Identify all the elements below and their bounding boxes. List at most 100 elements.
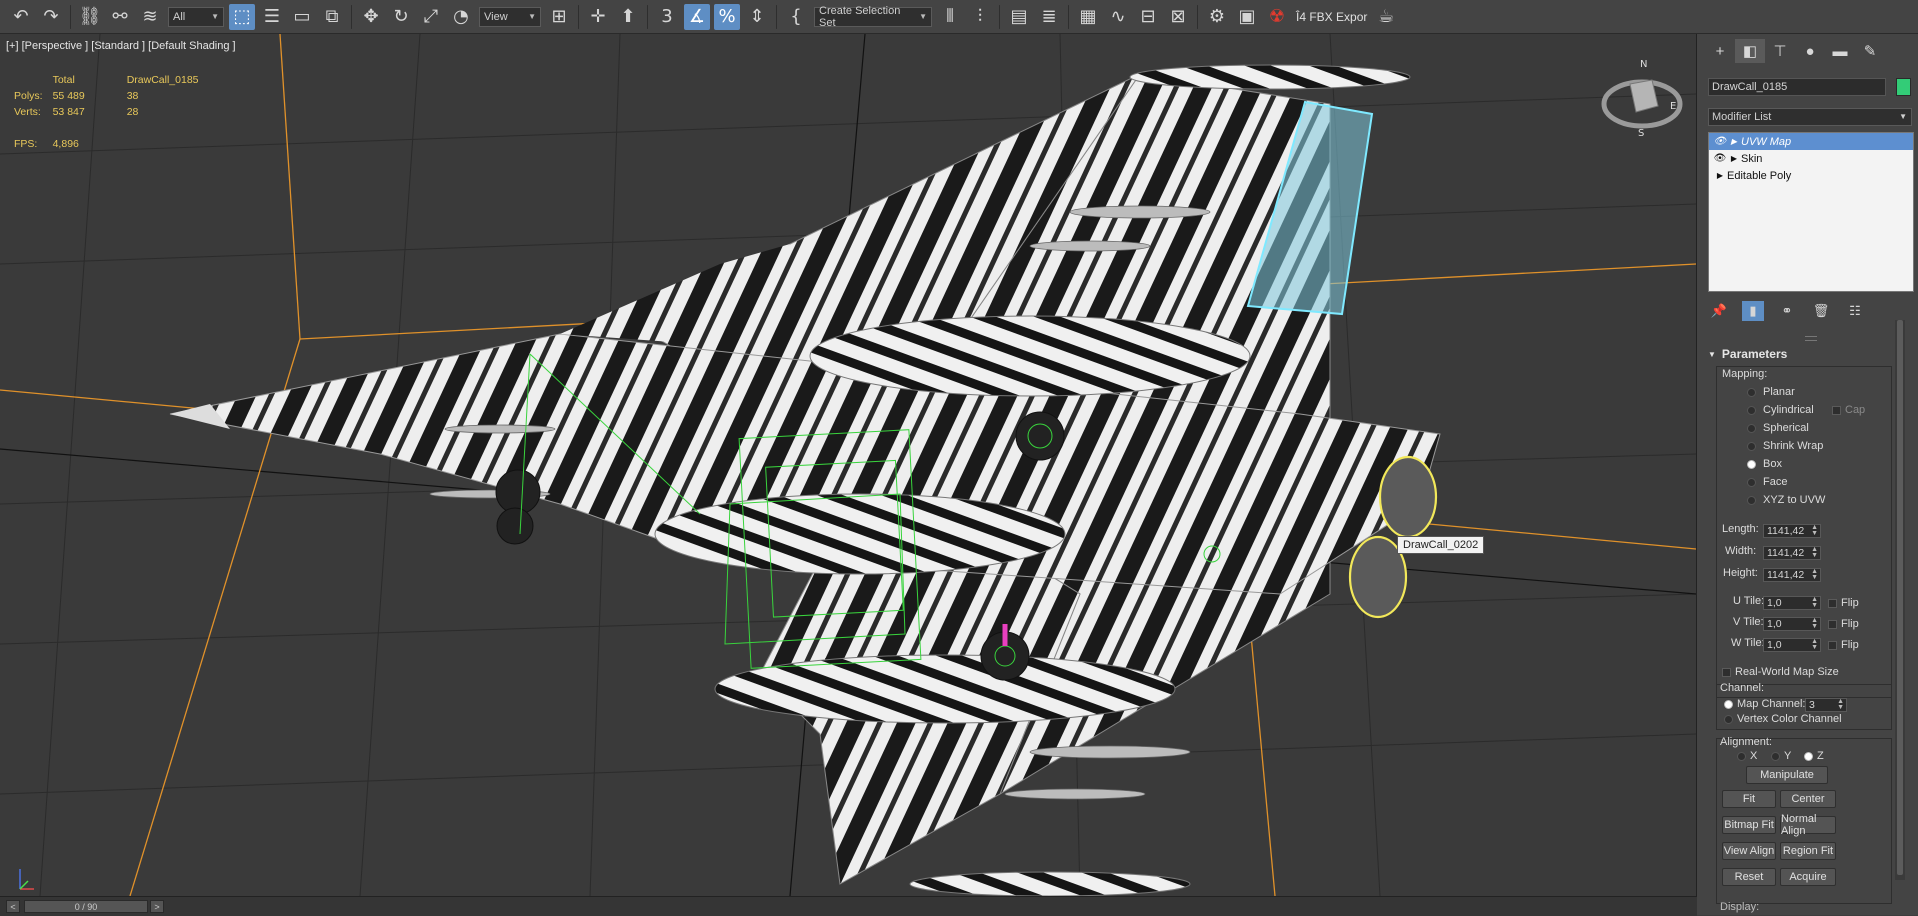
edit-named-selection-icon[interactable]: { [783,4,809,30]
radio-axis-y[interactable] [1771,752,1780,761]
object-name-field[interactable]: DrawCall_0185 [1708,78,1886,96]
snaps-toggle-icon[interactable]: 3 [654,4,680,30]
percent-snap-icon[interactable]: % [714,3,740,30]
radio-axis-x[interactable] [1737,752,1746,761]
object-color-swatch[interactable] [1896,78,1911,96]
rendered-frame-window-icon[interactable]: ▣ [1234,4,1260,30]
spinner-arrows-icon[interactable]: ▲ ▼ [1811,524,1818,537]
tab-modify-icon[interactable]: ◧ [1735,39,1765,63]
command-panel-scrollbar[interactable] [1895,320,1905,880]
aircraft-model[interactable] [169,64,1441,896]
named-selection-set-dropdown[interactable]: Create Selection Set ▼ [814,5,932,29]
manipulate-button[interactable]: Manipulate [1746,766,1828,784]
stack-item-uvw-map[interactable]: 👁 ▶ UVW Map [1709,133,1913,150]
render-setup-icon[interactable]: ⚙ [1204,4,1230,30]
tab-utilities-icon[interactable]: ✎ [1855,39,1885,63]
radio-face[interactable] [1747,478,1756,487]
parameters-header[interactable]: ▼ Parameters [1708,346,1904,362]
bitmap-fit-button[interactable]: Bitmap Fit [1722,816,1776,834]
coordinate-system-dropdown[interactable]: View ▼ [479,6,541,27]
stack-item-editable-poly[interactable]: ▶ Editable Poly [1709,167,1913,184]
redo-icon[interactable]: ↷ [38,4,64,30]
make-unique-icon[interactable]: ⚭ [1776,301,1798,321]
spinner-arrows-icon[interactable]: ▲ ▼ [1837,698,1844,711]
modifier-list-dropdown[interactable]: Modifier List ▼ [1708,108,1912,126]
viewport-label[interactable]: [+] [Perspective ] [Standard ] [Default … [6,40,236,52]
u-flip-checkbox[interactable] [1828,599,1837,608]
time-slider-prev-button[interactable]: < [6,900,20,913]
radio-box[interactable] [1747,460,1756,469]
region-fit-button[interactable]: Region Fit [1780,842,1836,860]
spinner-arrows-icon[interactable]: ▲ ▼ [1811,596,1818,609]
v-tile-spinner[interactable]: 1,0 ▲ ▼ [1763,617,1821,631]
align-icon[interactable]: ⫶ [967,4,993,30]
bind-space-warp-icon[interactable]: ≋ [137,4,163,30]
configure-modifier-sets-icon[interactable]: ☷ [1844,301,1866,321]
schematic-view-icon[interactable]: ⊟ [1135,4,1161,30]
perspective-viewport[interactable]: [+] [Perspective ] [Standard ] [Default … [0,34,1697,896]
material-editor-icon[interactable]: ⊠ [1165,4,1191,30]
render-production-icon[interactable]: ☢ [1264,4,1290,30]
spinner-arrows-icon[interactable]: ▲ ▼ [1811,546,1818,559]
pivot-center-icon[interactable]: ⊞ [546,4,572,30]
collapse-triangle-icon[interactable]: ▼ [1708,350,1716,359]
link-icon[interactable]: ⛓ [77,4,103,30]
radio-axis-z[interactable] [1804,752,1813,761]
spinner-snap-icon[interactable]: ⇕ [744,4,770,30]
move-icon[interactable]: ✥ [358,4,384,30]
scene-explorer-icon[interactable]: ▤ [1006,4,1032,30]
scrollbar-thumb[interactable] [1897,320,1903,875]
unlink-icon[interactable]: ⚯ [107,4,133,30]
select-manipulate-icon[interactable]: ✛ [585,4,611,30]
rotate-icon[interactable]: ↻ [388,4,414,30]
tab-display-icon[interactable]: ▬ [1825,39,1855,63]
radio-vertex-color-channel[interactable] [1724,715,1733,724]
time-slider-thumb[interactable]: 0 / 90 [24,900,148,913]
fit-button[interactable]: Fit [1722,790,1776,808]
remove-modifier-icon[interactable]: 🗑 [1810,301,1832,321]
pin-stack-icon[interactable]: 📌 [1708,301,1730,321]
reset-button[interactable]: Reset [1722,868,1776,886]
keyboard-shortcut-override-icon[interactable]: ⬆ [615,4,641,30]
center-button[interactable]: Center [1780,790,1836,808]
length-spinner[interactable]: 1141,42 ▲ ▼ [1763,524,1821,538]
stack-item-skin[interactable]: 👁 ▶ Skin [1709,150,1913,167]
mirror-icon[interactable]: ⫴ [937,4,963,30]
ribbon-toggle-icon[interactable]: ▦ [1075,4,1101,30]
spinner-arrows-icon[interactable]: ▲ ▼ [1811,638,1818,651]
radio-map-channel[interactable] [1724,700,1733,709]
spinner-arrows-icon[interactable]: ▲ ▼ [1811,568,1818,581]
undo-icon[interactable]: ↶ [8,4,34,30]
eye-icon[interactable]: 👁 [1713,136,1727,147]
u-tile-spinner[interactable]: 1,0 ▲ ▼ [1763,596,1821,610]
scale-icon[interactable]: ⤢ [418,4,444,30]
place-icon[interactable]: ◔ [448,4,474,30]
w-flip-checkbox[interactable] [1828,641,1837,650]
real-world-map-size-checkbox[interactable] [1722,668,1731,677]
rectangular-selection-icon[interactable]: ▭ [289,4,315,30]
selection-filter-dropdown[interactable]: All ▼ [168,6,224,27]
expand-triangle-icon[interactable]: ▶ [1727,137,1741,146]
time-slider-next-button[interactable]: > [150,900,164,913]
panel-resize-grip[interactable] [1805,336,1817,341]
w-tile-spinner[interactable]: 1,0 ▲ ▼ [1763,638,1821,652]
normal-align-button[interactable]: Normal Align [1780,813,1836,837]
view-align-button[interactable]: View Align [1722,842,1776,860]
layer-explorer-icon[interactable]: ≣ [1036,4,1062,30]
radio-xyz-to-uvw[interactable] [1747,496,1756,505]
acquire-button[interactable]: Acquire [1780,868,1836,886]
cap-checkbox[interactable] [1832,406,1841,415]
spinner-arrows-icon[interactable]: ▲ ▼ [1811,617,1818,630]
radio-spherical[interactable] [1747,424,1756,433]
width-spinner[interactable]: 1141,42 ▲ ▼ [1763,546,1821,560]
expand-triangle-icon[interactable]: ▶ [1727,154,1741,163]
viewcube-icon[interactable]: N E S [1600,54,1684,138]
radio-cylindrical[interactable] [1747,406,1756,415]
radio-planar[interactable] [1747,388,1756,397]
tab-motion-icon[interactable]: ● [1795,39,1825,63]
radio-shrink-wrap[interactable] [1747,442,1756,451]
select-object-icon[interactable]: ⬚ [229,3,255,30]
map-channel-spinner[interactable]: 3 ▲ ▼ [1805,698,1847,712]
angle-snap-icon[interactable]: ∡ [684,3,710,30]
fbx-export-label[interactable]: Î4 FBX Expor [1296,10,1367,24]
